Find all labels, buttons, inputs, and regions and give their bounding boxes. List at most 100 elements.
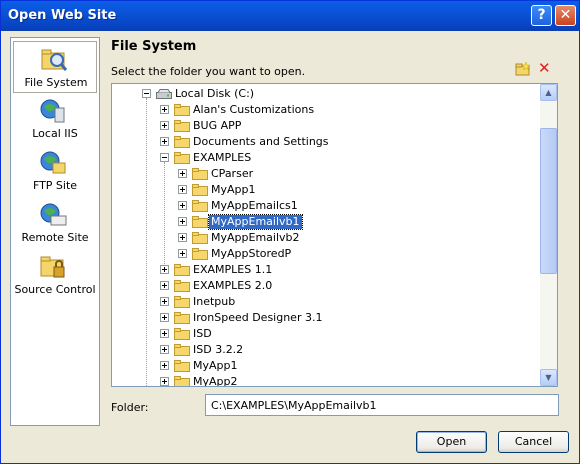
expand-icon[interactable] xyxy=(160,361,169,370)
tree-label: CParser xyxy=(211,167,254,180)
expand-icon[interactable] xyxy=(160,329,169,338)
tree-row[interactable]: Inetpub xyxy=(112,294,540,310)
folder-icon xyxy=(174,312,190,324)
folder-tree[interactable]: Local Disk (C:) Alan's Customizations BUG … xyxy=(111,83,558,387)
sidebar-item-label: Remote Site xyxy=(21,231,89,244)
expand-icon[interactable] xyxy=(160,297,169,306)
tree-row[interactable]: EXAMPLES 2.0 xyxy=(112,278,540,294)
expand-icon[interactable] xyxy=(160,313,169,322)
scroll-thumb[interactable] xyxy=(540,128,557,274)
tree-label: EXAMPLES 2.0 xyxy=(193,279,273,292)
sidebar-item-ftp-site[interactable]: FTP Site xyxy=(13,145,97,197)
help-button[interactable]: ? xyxy=(531,5,552,26)
folder-path-input[interactable] xyxy=(205,394,559,416)
tree-label: MyAppStoredP xyxy=(211,247,292,260)
tree-row[interactable]: EXAMPLES xyxy=(112,150,540,166)
tree-row[interactable]: CParser xyxy=(112,166,540,182)
expand-icon[interactable] xyxy=(178,233,187,242)
open-web-site-dialog: Open Web Site ? ✕ File System Local IIS xyxy=(0,0,580,464)
tree-row[interactable]: ISD 3.2.2 xyxy=(112,342,540,358)
tree-label: IronSpeed Designer 3.1 xyxy=(193,311,323,324)
tree-label-root: Local Disk (C:) xyxy=(175,87,255,100)
tree-label: ISD 3.2.2 xyxy=(193,343,244,356)
ftp-site-icon xyxy=(40,151,66,174)
expand-icon[interactable] xyxy=(178,185,187,194)
expand-icon[interactable] xyxy=(160,345,169,354)
expand-icon[interactable] xyxy=(160,265,169,274)
folder-icon xyxy=(192,184,208,196)
help-icon: ? xyxy=(537,7,546,23)
page-title: File System xyxy=(111,39,197,54)
location-sidebar: File System Local IIS FTP Site Remote Si… xyxy=(10,37,100,426)
folder-label: Folder: xyxy=(111,401,149,414)
scroll-down-button[interactable]: ▼ xyxy=(540,369,557,386)
expand-icon[interactable] xyxy=(160,377,169,386)
folder-icon xyxy=(174,344,190,356)
sidebar-item-source-control[interactable]: Source Control xyxy=(13,249,97,301)
tree-row[interactable]: MyAppEmailcs1 xyxy=(112,198,540,214)
sidebar-item-file-system[interactable]: File System xyxy=(13,41,97,93)
sidebar-item-local-iis[interactable]: Local IIS xyxy=(13,93,97,145)
tree-label: EXAMPLES 1.1 xyxy=(193,263,273,276)
tree-scrollbar[interactable]: ▲ ▼ xyxy=(540,84,557,386)
expand-icon[interactable] xyxy=(160,105,169,114)
close-icon: ✕ xyxy=(559,7,572,23)
file-system-icon xyxy=(41,49,68,71)
sidebar-item-label: File System xyxy=(24,76,88,89)
folder-icon xyxy=(174,280,190,292)
folder-icon xyxy=(174,136,190,148)
tree-label: MyApp1 xyxy=(193,359,238,372)
tree-row-root[interactable]: Local Disk (C:) xyxy=(112,86,540,102)
sidebar-item-label: Local IIS xyxy=(32,127,78,140)
tree-label: Inetpub xyxy=(193,295,236,308)
tree-row[interactable]: Documents and Settings xyxy=(112,134,540,150)
folder-icon xyxy=(174,328,190,340)
sidebar-item-remote-site[interactable]: Remote Site xyxy=(13,197,97,249)
tree-label: BUG APP xyxy=(193,119,242,132)
tree-label: MyAppEmailcs1 xyxy=(211,199,298,212)
expand-icon[interactable] xyxy=(178,249,187,258)
tree-label: MyApp1 xyxy=(211,183,256,196)
tree-label: MyAppEmailvb2 xyxy=(211,231,300,244)
folder-icon xyxy=(174,104,190,116)
tree-row[interactable]: MyApp2 xyxy=(112,374,540,386)
tree-label: ISD xyxy=(193,327,212,340)
tree-row[interactable]: Alan's Customizations xyxy=(112,102,540,118)
expand-icon[interactable] xyxy=(160,137,169,146)
scroll-up-button[interactable]: ▲ xyxy=(540,84,557,101)
expand-icon[interactable] xyxy=(178,169,187,178)
tree-row[interactable]: EXAMPLES 1.1 xyxy=(112,262,540,278)
cancel-button[interactable]: Cancel xyxy=(498,431,569,453)
folder-icon xyxy=(192,200,208,212)
collapse-icon[interactable] xyxy=(142,89,151,98)
instruction-text: Select the folder you want to open. xyxy=(111,65,306,78)
window-title: Open Web Site xyxy=(8,8,117,23)
new-folder-icon[interactable] xyxy=(515,62,531,76)
tree-label: Alan's Customizations xyxy=(193,103,315,116)
folder-icon xyxy=(174,152,190,164)
tree-row[interactable]: MyAppEmailvb1 xyxy=(112,214,540,230)
collapse-icon[interactable] xyxy=(160,153,169,162)
expand-icon[interactable] xyxy=(178,217,187,226)
delete-icon[interactable]: ✕ xyxy=(538,61,551,76)
tree-row[interactable]: BUG APP xyxy=(112,118,540,134)
expand-icon[interactable] xyxy=(160,121,169,130)
folder-icon xyxy=(192,248,208,260)
tree-row[interactable]: ISD xyxy=(112,326,540,342)
sidebar-item-label: FTP Site xyxy=(32,179,78,192)
title-bar[interactable]: Open Web Site ? ✕ xyxy=(1,1,579,31)
folder-icon xyxy=(174,296,190,308)
folder-icon xyxy=(174,360,190,372)
tree-row[interactable]: MyApp1 xyxy=(112,358,540,374)
remote-site-icon xyxy=(40,203,67,226)
tree-row[interactable]: MyAppEmailvb2 xyxy=(112,230,540,246)
expand-icon[interactable] xyxy=(178,201,187,210)
tree-label: EXAMPLES xyxy=(193,151,252,164)
expand-icon[interactable] xyxy=(160,281,169,290)
tree-row[interactable]: MyAppStoredP xyxy=(112,246,540,262)
tree-row[interactable]: IronSpeed Designer 3.1 xyxy=(112,310,540,326)
folder-icon xyxy=(192,216,208,228)
tree-row[interactable]: MyApp1 xyxy=(112,182,540,198)
close-button[interactable]: ✕ xyxy=(555,5,576,26)
open-button[interactable]: Open xyxy=(416,431,487,453)
